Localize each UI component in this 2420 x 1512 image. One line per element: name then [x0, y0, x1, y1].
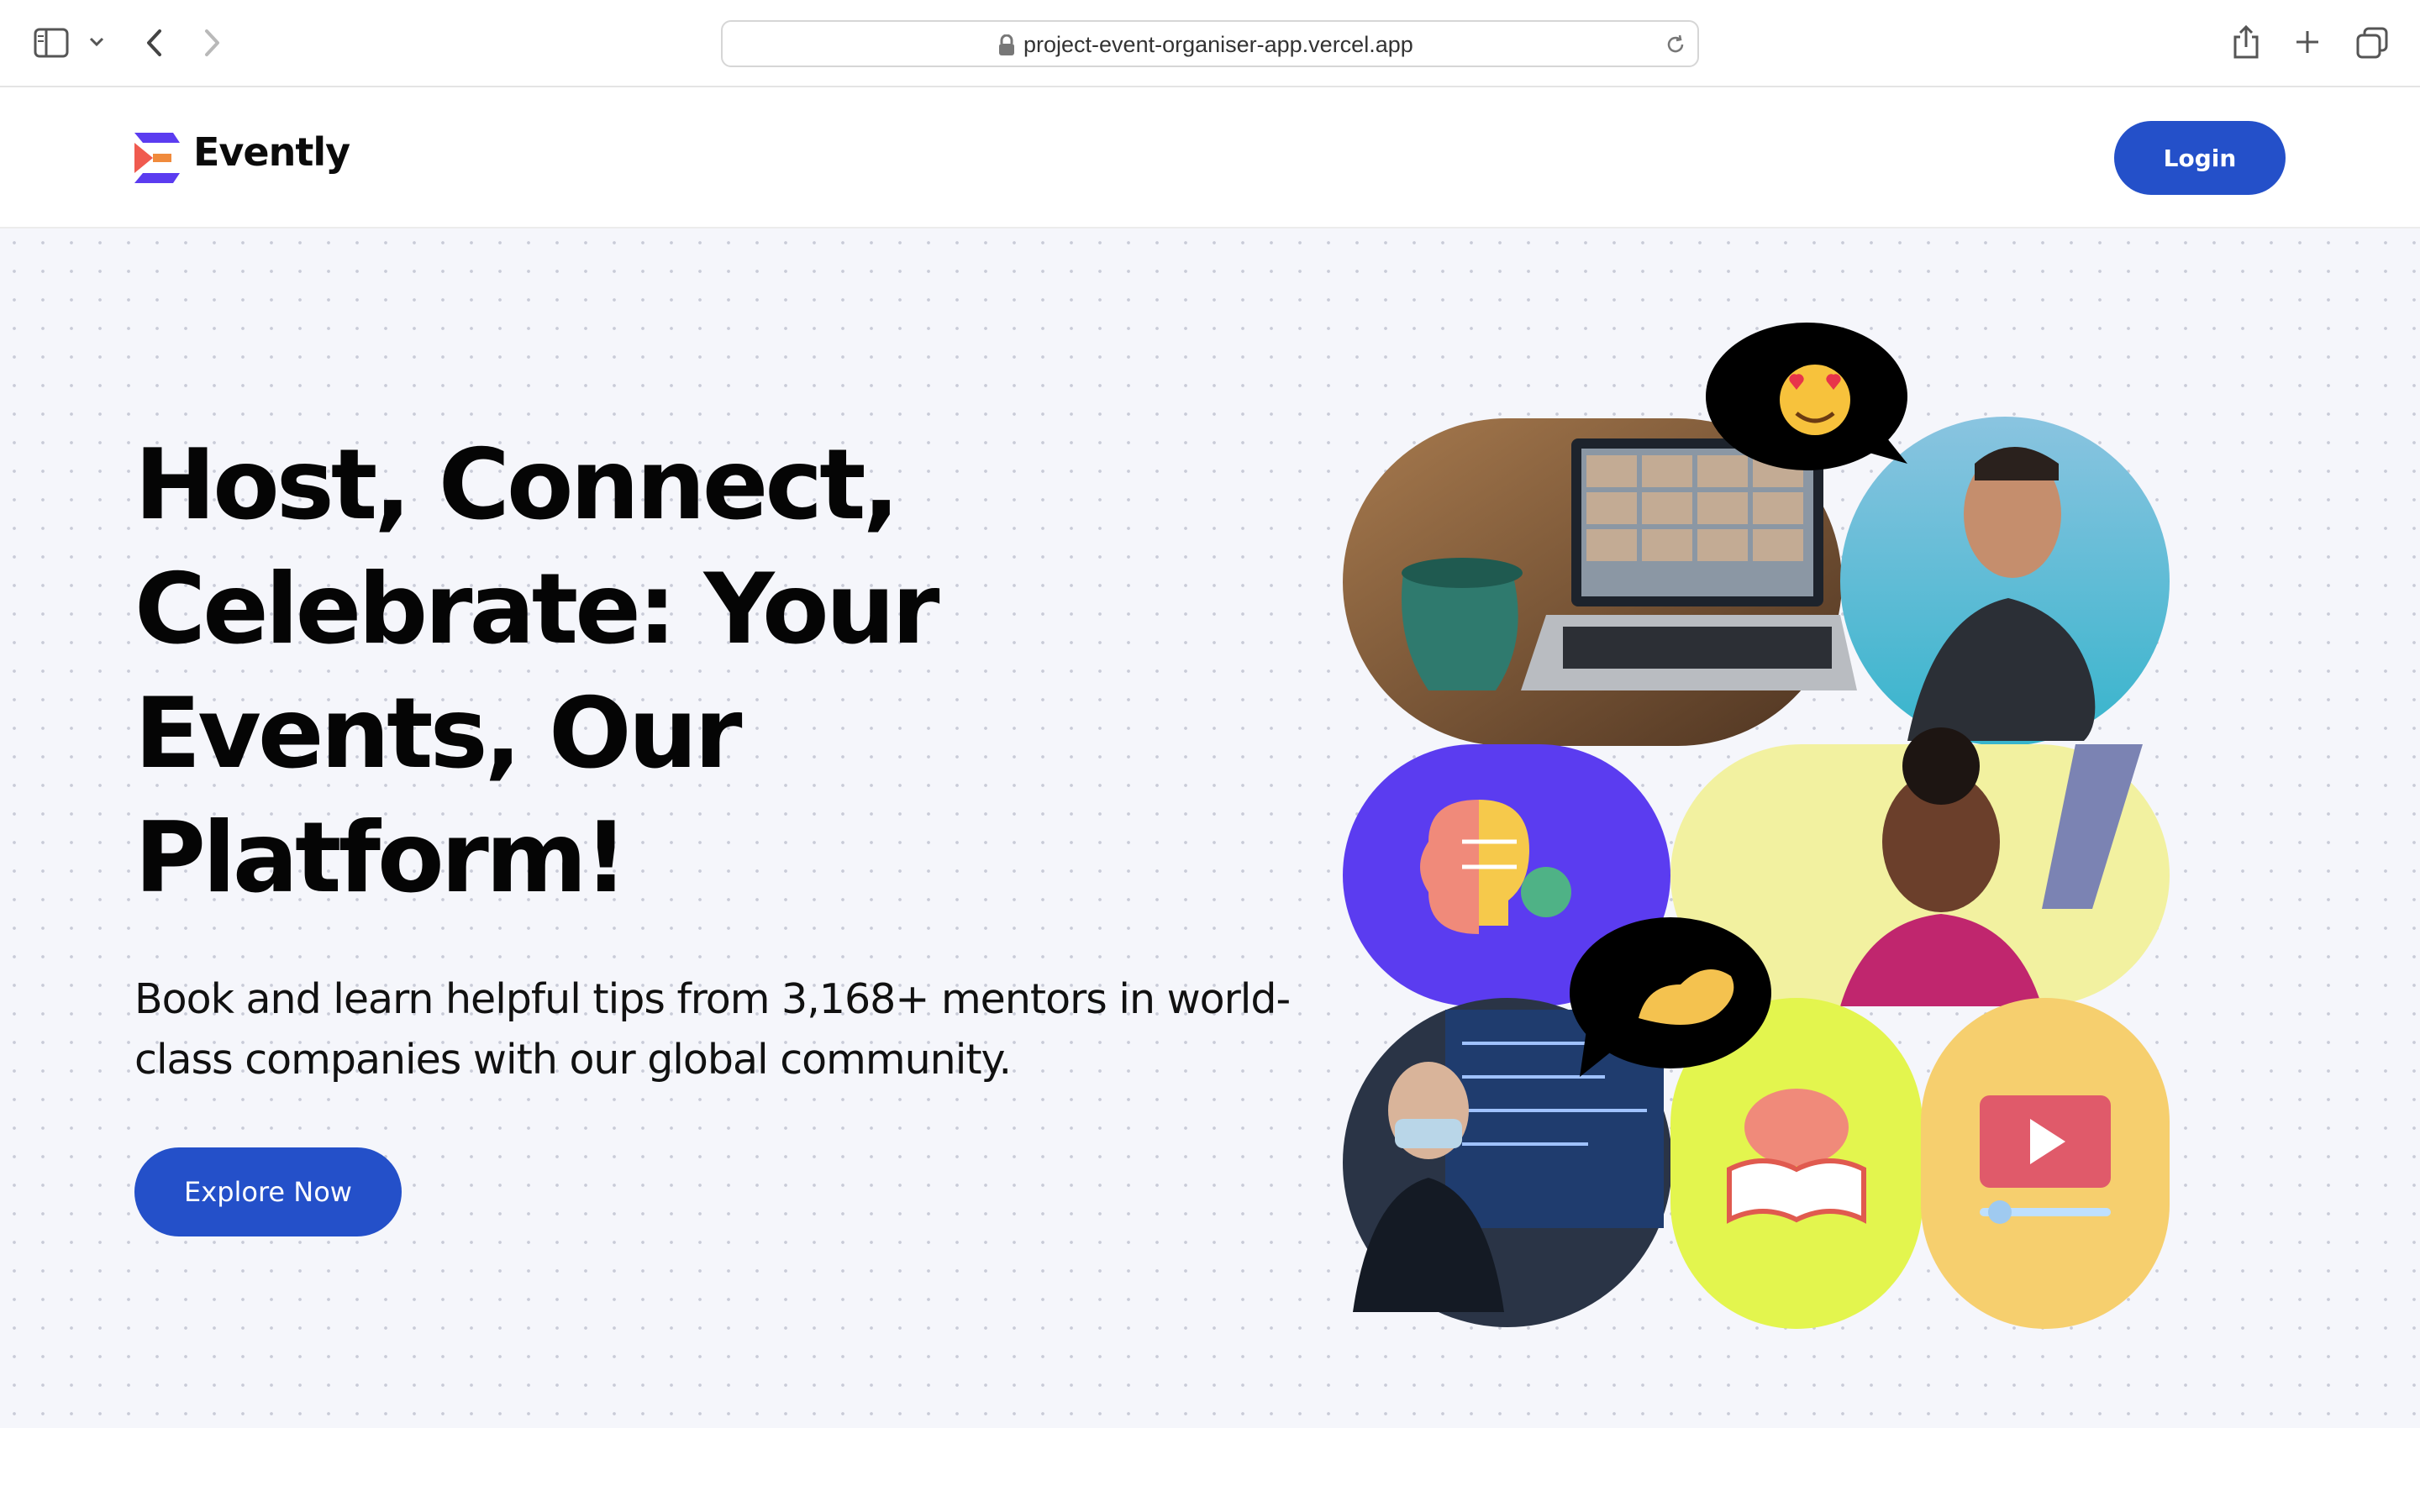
- new-tab-icon[interactable]: [2294, 29, 2321, 55]
- address-bar[interactable]: project-event-organiser-app.vercel.app: [721, 20, 1699, 67]
- hero-title: Host, Connect, Celebrate: Your Events, O…: [134, 428, 940, 915]
- share-icon[interactable]: [2232, 24, 2260, 60]
- heart-eyes-emoji: [1780, 365, 1850, 435]
- hero-collage: [1343, 323, 2170, 1329]
- evently-logo-icon[interactable]: [134, 131, 185, 185]
- forward-icon[interactable]: [203, 29, 222, 57]
- site-header: Evently Login: [0, 87, 2420, 228]
- video-player-illustration: [1921, 998, 2170, 1329]
- hero-subtitle: Book and learn helpful tips from 3,168+ …: [134, 975, 1291, 1084]
- browser-toolbar: project-event-organiser-app.vercel.app: [0, 0, 2420, 87]
- chevron-down-icon[interactable]: [89, 37, 104, 47]
- brand-name[interactable]: Evently: [193, 129, 350, 175]
- sidebar-toggle-icon[interactable]: [34, 28, 69, 58]
- heart-eyes-emoji-bubble: [1706, 323, 1907, 470]
- reload-icon[interactable]: [1664, 33, 1687, 56]
- page-footer-strip: [0, 1428, 2420, 1512]
- back-icon[interactable]: [145, 29, 163, 57]
- hero-section: Host, Connect, Celebrate: Your Events, O…: [0, 228, 2420, 1428]
- lock-icon: [999, 34, 1014, 55]
- explore-now-button[interactable]: Explore Now: [134, 1147, 402, 1236]
- url-text[interactable]: project-event-organiser-app.vercel.app: [1023, 32, 1413, 58]
- smiling-man-image: [1840, 417, 2170, 746]
- login-button[interactable]: Login: [2114, 121, 2286, 195]
- tab-overview-icon[interactable]: [2356, 27, 2388, 59]
